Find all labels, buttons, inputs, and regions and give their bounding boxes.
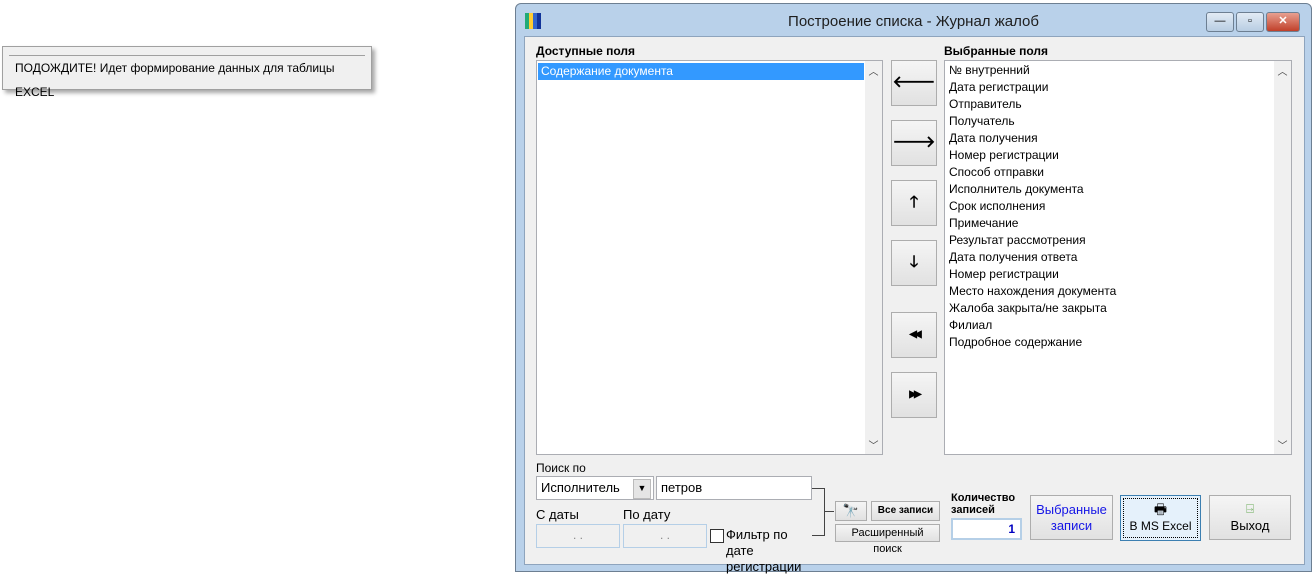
export-excel-button[interactable]: 🖶 В MS Excel (1120, 495, 1201, 541)
find-button[interactable]: 🔭 (835, 501, 867, 521)
chevron-down-icon[interactable]: ▼ (633, 479, 651, 499)
binoculars-icon: 🔭 (842, 503, 860, 518)
list-item[interactable]: Дата регистрации (946, 79, 1273, 96)
move-all-left-button[interactable]: ◀◀ (891, 312, 937, 358)
export-excel-label: В MS Excel (1129, 519, 1192, 533)
move-down-button[interactable]: 🡓 (891, 240, 937, 286)
window-title: Построение списка - Журнал жалоб (788, 13, 1039, 30)
list-item[interactable]: Номер регистрации (946, 266, 1273, 283)
date-filter-checkbox[interactable] (710, 529, 724, 543)
list-item[interactable]: Дата получения (946, 130, 1273, 147)
search-by-label: Поиск по (536, 461, 586, 475)
scroll-up-icon[interactable]: ︿ (865, 63, 882, 78)
move-right-button[interactable]: 🡒 (891, 120, 937, 166)
available-fields-list[interactable]: Содержание документа ︿ ﹀ (536, 60, 883, 455)
list-item[interactable]: Примечание (946, 215, 1273, 232)
advanced-search-button[interactable]: Расширенный поиск (835, 524, 940, 555)
minimize-button[interactable]: — (1206, 12, 1234, 32)
exit-label: Выход (1230, 518, 1270, 533)
scrollbar[interactable]: ︿ ﹀ (1274, 61, 1291, 454)
search-input[interactable]: петров (656, 476, 812, 500)
scroll-down-icon[interactable]: ﹀ (865, 437, 882, 452)
available-fields-label: Доступные поля (536, 44, 636, 58)
list-builder-window: Построение списка - Журнал жалоб — ▫ ✕ Д… (515, 3, 1312, 574)
to-date-label: По дату (623, 507, 671, 522)
scrollbar[interactable]: ︿ ﹀ (865, 61, 882, 454)
from-date-label: С даты (536, 507, 579, 522)
list-item[interactable]: Получатель (946, 113, 1273, 130)
list-item[interactable]: Филиал (946, 317, 1273, 334)
record-count-value: 1 (951, 518, 1022, 540)
date-filter-label: Фильтр по дате регистрации (726, 527, 802, 574)
list-item[interactable]: № внутренний (946, 62, 1273, 79)
exit-door-icon: ⍈ (1246, 501, 1254, 516)
list-item[interactable]: Результат рассмотрения (946, 232, 1273, 249)
move-left-button[interactable]: 🡐 (891, 60, 937, 106)
list-item[interactable]: Жалоба закрыта/не закрыта (946, 300, 1273, 317)
move-all-right-button[interactable]: ▶▶ (891, 372, 937, 418)
exit-button[interactable]: ⍈ Выход (1209, 495, 1291, 540)
search-field-value: Исполнитель (541, 480, 620, 495)
bracket-divider (824, 511, 834, 512)
search-field-select[interactable]: Исполнитель ▼ (536, 476, 654, 500)
to-date-input[interactable]: . . (623, 524, 707, 548)
list-item[interactable]: Срок исполнения (946, 198, 1273, 215)
close-button[interactable]: ✕ (1266, 12, 1300, 32)
list-item[interactable]: Подробное содержание (946, 334, 1273, 351)
printer-icon: 🖶 (1153, 501, 1168, 517)
list-item[interactable]: Отправитель (946, 96, 1273, 113)
maximize-button[interactable]: ▫ (1236, 12, 1264, 32)
list-item[interactable]: Исполнитель документа (946, 181, 1273, 198)
list-item[interactable]: Номер регистрации (946, 147, 1273, 164)
client-area: Доступные поля Содержание документа ︿ ﹀ 🡐… (524, 36, 1305, 574)
list-item[interactable]: Содержание документа (538, 63, 864, 80)
list-item[interactable]: Способ отправки (946, 164, 1273, 181)
wait-popup: ПОДОЖДИТЕ! Идет формирование данных для … (2, 46, 372, 99)
selected-records-button[interactable]: Выбранные записи (1030, 495, 1113, 540)
move-up-button[interactable]: 🡑 (891, 180, 937, 226)
selected-fields-label: Выбранные поля (944, 44, 1048, 58)
record-count-label: Количество записей (951, 492, 1016, 516)
scroll-down-icon[interactable]: ﹀ (1274, 437, 1291, 452)
list-item[interactable]: Место нахождения документа (946, 283, 1273, 300)
list-item[interactable]: Дата получения ответа (946, 249, 1273, 266)
selected-fields-list[interactable]: № внутренний Дата регистрации Отправитель П… (944, 60, 1292, 455)
wait-message: ПОДОЖДИТЕ! Идет формирование данных для … (9, 55, 365, 99)
from-date-input[interactable]: . . (536, 524, 620, 548)
all-records-button[interactable]: Все записи (871, 501, 940, 521)
scroll-up-icon[interactable]: ︿ (1274, 63, 1291, 78)
